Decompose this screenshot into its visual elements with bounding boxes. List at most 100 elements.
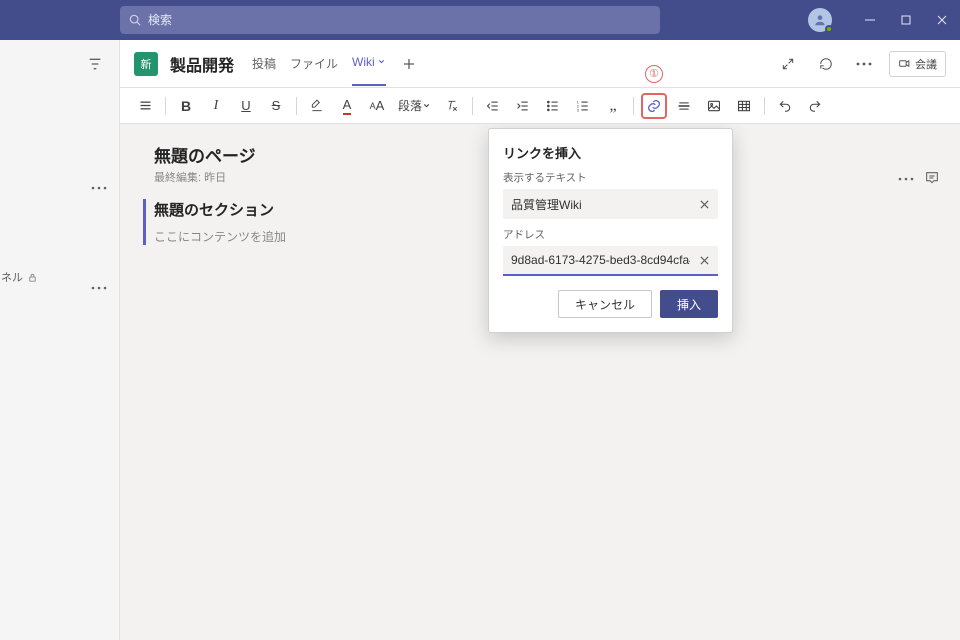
more-icon bbox=[898, 177, 914, 181]
insert-link-button[interactable]: ① bbox=[641, 93, 667, 119]
clear-format-button[interactable] bbox=[439, 93, 465, 119]
section-conversation-button[interactable] bbox=[924, 170, 940, 189]
insert-button[interactable]: 挿入 bbox=[660, 290, 718, 318]
font-size-button[interactable]: AA bbox=[364, 93, 390, 119]
lock-icon bbox=[27, 272, 38, 283]
more-icon bbox=[91, 186, 107, 190]
bullet-list-button[interactable] bbox=[540, 93, 566, 119]
strike-button[interactable]: S bbox=[263, 93, 289, 119]
address-input[interactable] bbox=[511, 253, 690, 267]
redo-icon bbox=[808, 99, 822, 113]
section-more-button[interactable] bbox=[898, 170, 914, 189]
hidden-channel-label[interactable]: ャネル bbox=[0, 269, 38, 285]
content-pane: 新 製品開発 投稿 ファイル Wiki 会議 bbox=[120, 40, 960, 640]
link-icon bbox=[646, 98, 662, 114]
chat-icon bbox=[924, 170, 940, 186]
avatar[interactable] bbox=[808, 8, 832, 32]
more-icon bbox=[91, 286, 107, 290]
paragraph-style-button[interactable]: 段落 bbox=[394, 93, 435, 119]
tab-wiki-label: Wiki bbox=[352, 55, 375, 69]
quote-button[interactable]: „ bbox=[600, 93, 626, 119]
number-list-icon: 123 bbox=[576, 99, 590, 113]
wiki-editor[interactable]: 無題のページ 最終編集: 昨日 無題のセクション ここにコンテンツを追加 リンク… bbox=[120, 124, 960, 640]
dialog-title: リンクを挿入 bbox=[503, 143, 718, 162]
add-tab-button[interactable] bbox=[398, 53, 420, 75]
channel-filter-row bbox=[0, 40, 119, 88]
wiki-toolbar: B I U S A AA 段落 123 „ ① bbox=[120, 88, 960, 124]
channel-tabs: 投稿 ファイル Wiki bbox=[252, 41, 386, 86]
address-field[interactable] bbox=[503, 246, 718, 276]
channel-name: 製品開発 bbox=[170, 52, 234, 76]
number-list-button[interactable]: 123 bbox=[570, 93, 596, 119]
close-icon bbox=[699, 199, 710, 210]
undo-button[interactable] bbox=[772, 93, 798, 119]
close-icon bbox=[699, 255, 710, 266]
team-avatar-badge: 新 bbox=[134, 52, 158, 76]
highlight-icon bbox=[310, 99, 324, 113]
clear-text-button[interactable] bbox=[696, 196, 712, 212]
display-text-field[interactable] bbox=[503, 189, 718, 219]
close-button[interactable] bbox=[924, 0, 960, 40]
dialog-actions: キャンセル 挿入 bbox=[503, 290, 718, 318]
undo-icon bbox=[778, 99, 792, 113]
italic-button[interactable]: I bbox=[203, 93, 229, 119]
app-window: ャネル 新 製品開発 投稿 ファイル Wiki bbox=[0, 0, 960, 640]
outdent-button[interactable] bbox=[480, 93, 506, 119]
hidden-channel-text: ャネル bbox=[0, 269, 23, 285]
camera-icon bbox=[898, 57, 911, 70]
search-wrap bbox=[120, 6, 660, 34]
section-actions bbox=[898, 170, 940, 189]
bold-button[interactable]: B bbox=[173, 93, 199, 119]
plus-icon bbox=[402, 57, 416, 71]
tab-files[interactable]: ファイル bbox=[290, 41, 338, 86]
filter-icon[interactable] bbox=[87, 56, 103, 72]
highlight-button[interactable] bbox=[304, 93, 330, 119]
paragraph-label: 段落 bbox=[398, 97, 422, 114]
search-input[interactable] bbox=[148, 13, 652, 27]
hr-button[interactable] bbox=[671, 93, 697, 119]
outdent-icon bbox=[486, 99, 500, 113]
maximize-button[interactable] bbox=[888, 0, 924, 40]
expand-button[interactable] bbox=[775, 51, 801, 77]
title-right bbox=[808, 0, 960, 40]
insert-link-dialog: リンクを挿入 表示するテキスト アドレス キャンセル 挿入 bbox=[488, 128, 733, 333]
image-button[interactable] bbox=[701, 93, 727, 119]
minimize-button[interactable] bbox=[852, 0, 888, 40]
refresh-button[interactable] bbox=[813, 51, 839, 77]
underline-button[interactable]: U bbox=[233, 93, 259, 119]
channel-list-panel: ャネル bbox=[0, 40, 120, 640]
table-button[interactable] bbox=[731, 93, 757, 119]
hr-icon bbox=[677, 99, 691, 113]
table-icon bbox=[737, 99, 751, 113]
tab-posts[interactable]: 投稿 bbox=[252, 41, 276, 86]
clear-format-icon bbox=[445, 99, 459, 113]
font-color-button[interactable]: A bbox=[334, 93, 360, 119]
image-icon bbox=[707, 99, 721, 113]
bullet-list-icon bbox=[546, 99, 560, 113]
titlebar bbox=[0, 0, 960, 40]
indent-button[interactable] bbox=[510, 93, 536, 119]
cancel-button[interactable]: キャンセル bbox=[558, 290, 652, 318]
presence-available-icon bbox=[825, 25, 833, 33]
chevron-down-icon bbox=[377, 57, 386, 66]
clear-address-button[interactable] bbox=[696, 252, 712, 268]
meet-button[interactable]: 会議 bbox=[889, 51, 946, 77]
person-icon bbox=[813, 13, 827, 27]
svg-text:3: 3 bbox=[577, 107, 579, 112]
chevron-down-icon bbox=[422, 101, 431, 110]
tab-wiki[interactable]: Wiki bbox=[352, 41, 386, 86]
channel-row-more[interactable] bbox=[0, 176, 119, 200]
expand-icon bbox=[781, 57, 795, 71]
redo-button[interactable] bbox=[802, 93, 828, 119]
address-label: アドレス bbox=[503, 227, 718, 242]
display-text-label: 表示するテキスト bbox=[503, 170, 718, 185]
indent-icon bbox=[516, 99, 530, 113]
search-box[interactable] bbox=[120, 6, 660, 34]
workspace: ャネル 新 製品開発 投稿 ファイル Wiki bbox=[0, 40, 960, 640]
page-header: 新 製品開発 投稿 ファイル Wiki 会議 bbox=[120, 40, 960, 88]
more-button[interactable] bbox=[851, 51, 877, 77]
search-icon bbox=[128, 13, 142, 27]
display-text-input[interactable] bbox=[511, 197, 690, 211]
refresh-icon bbox=[819, 57, 833, 71]
nav-toggle-button[interactable] bbox=[132, 93, 158, 119]
